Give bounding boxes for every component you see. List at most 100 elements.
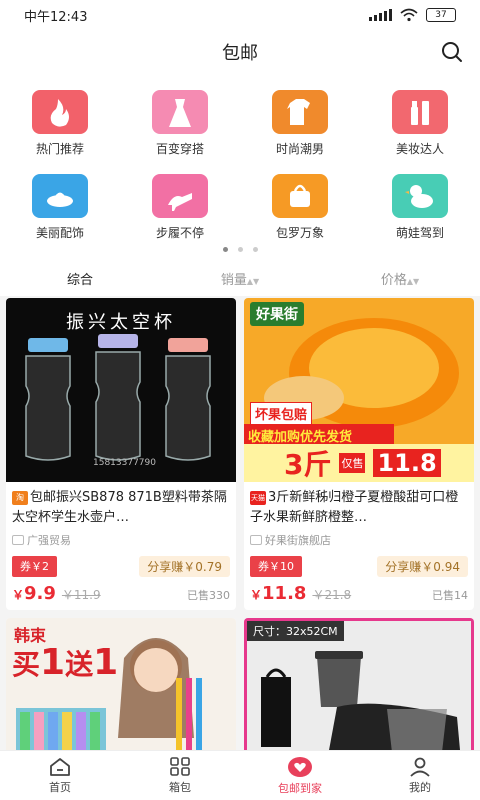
status-icons: 37: [369, 8, 456, 22]
category-label: 时尚潮男: [275, 142, 324, 156]
product-image: 尺寸：32x52CM: [244, 618, 474, 758]
category-label: 步履不停: [155, 226, 204, 240]
sold-count: 已售330: [187, 589, 230, 602]
tab-free-shipping-label: 包邮到家: [278, 781, 322, 795]
search-icon[interactable]: [440, 40, 464, 64]
sort-default[interactable]: 综合: [0, 269, 160, 288]
sort-sales-label: 销量: [220, 272, 247, 288]
product-title-text: 包邮振兴SB878 871B塑料带茶隔太空杯学生水壶户…: [12, 490, 227, 525]
bag-icon: [272, 174, 328, 218]
platform-tag: 天猫: [250, 491, 266, 505]
category-item[interactable]: 包罗万象: [240, 174, 360, 258]
sort-bar: 综合 销量▲▼ 价格▲▼: [0, 260, 480, 296]
sort-price-label: 价格: [380, 272, 407, 288]
product-image: 韩束 买1送1: [6, 618, 236, 758]
image-price: 11.8: [373, 449, 441, 477]
category-item[interactable]: 百变穿搭: [120, 90, 240, 174]
product-grid: 振兴太空杯 15813377790 淘包邮振兴SB878 871B塑料带茶隔太空…: [0, 298, 480, 758]
product-card[interactable]: 好果街 坏果包赔 收藏加购优先发货 3斤 仅售 11.8 天猫 3斤新鲜秭归橙子夏…: [244, 298, 474, 610]
product-card[interactable]: 韩束 买1送1: [6, 618, 236, 758]
product-title-text: 3斤新鲜秭归橙子夏橙酸甜可口橙子水果新鲜脐橙整…: [250, 490, 459, 525]
shop-icon: [12, 535, 24, 545]
tab-bags[interactable]: 箱包: [120, 751, 240, 800]
image-phone: 15813377790: [93, 458, 156, 468]
user-icon: [410, 757, 430, 777]
home-icon: [50, 757, 70, 776]
tab-mine[interactable]: 我的: [360, 751, 480, 800]
shop-name: 广强贸易: [27, 534, 71, 547]
hat-icon: [32, 174, 88, 218]
signal-icon: [369, 9, 392, 21]
shop-info: 广强贸易: [12, 532, 230, 548]
page-indicator: [0, 247, 480, 252]
image-weight: 3斤: [284, 448, 332, 481]
heart-icon: [288, 756, 312, 777]
image-badge: 坏果包赔: [250, 402, 313, 425]
model-illustration: [16, 638, 202, 758]
sort-default-label: 综合: [66, 272, 93, 288]
fire-icon: [32, 90, 88, 134]
shop-icon: [250, 535, 262, 545]
sort-arrows-icon: ▲▼: [406, 276, 420, 286]
category-item[interactable]: 步履不停: [120, 174, 240, 258]
category-item[interactable]: 时尚潮男: [240, 90, 360, 174]
category-label: 美丽配饰: [35, 226, 84, 240]
product-card[interactable]: 尺寸：32x52CM: [244, 618, 474, 758]
bottom-tab-bar: 首页 箱包 包邮到家 我的: [0, 750, 480, 800]
image-price-strip: 3斤 仅售 11.8: [244, 444, 474, 482]
price: ￥11.8: [250, 583, 307, 604]
category-label: 包罗万象: [275, 226, 324, 240]
coupon-badge[interactable]: 券￥2: [12, 556, 57, 577]
tab-free-shipping[interactable]: 包邮到家: [240, 751, 360, 800]
header: 包邮: [0, 30, 480, 74]
original-price: ￥21.8: [312, 588, 352, 602]
bottles-illustration: [25, 334, 211, 461]
original-price: ￥11.9: [61, 588, 101, 602]
sort-sales[interactable]: 销量▲▼: [160, 269, 320, 288]
price: ￥9.9: [12, 583, 56, 604]
share-earn-badge[interactable]: 分享赚￥0.94: [377, 556, 468, 577]
image-price-label: 仅售: [339, 453, 366, 473]
battery-level: 37: [435, 10, 447, 20]
price-value: 9.9: [24, 583, 56, 604]
cosmetics-icon: [392, 90, 448, 134]
category-label: 萌娃驾到: [395, 226, 444, 240]
shop-name: 好果街旗舰店: [265, 534, 331, 547]
page-title: 包邮: [222, 43, 258, 64]
status-time: 中午12:43: [24, 9, 88, 25]
page-dot: [222, 247, 228, 252]
tab-mine-label: 我的: [409, 780, 431, 794]
grid-icon: [170, 756, 190, 776]
category-item[interactable]: 萌娃驾到: [360, 174, 480, 258]
shop-info: 好果街旗舰店: [250, 532, 468, 548]
price-value: 11.8: [262, 583, 307, 604]
category-item[interactable]: 美丽配饰: [0, 174, 120, 258]
status-bar: 中午12:43 37: [0, 0, 480, 30]
tab-home-label: 首页: [49, 780, 71, 794]
page-dot: [252, 247, 258, 252]
category-item[interactable]: 美妆达人: [360, 90, 480, 174]
category-label: 热门推荐: [35, 142, 84, 156]
high-heel-icon: [152, 174, 208, 218]
category-grid: 热门推荐 百变穿搭 时尚潮男 美妆达人美丽配饰 步履不停 包罗万象 萌娃驾到: [0, 74, 480, 260]
tab-home[interactable]: 首页: [0, 751, 120, 800]
category-label: 美妆达人: [395, 142, 444, 156]
sold-count: 已售14: [432, 589, 468, 602]
sort-price[interactable]: 价格▲▼: [320, 269, 480, 288]
tab-bags-label: 箱包: [169, 780, 191, 794]
battery-icon: 37: [426, 8, 456, 22]
product-image: 振兴太空杯 15813377790: [6, 298, 236, 482]
category-item[interactable]: 热门推荐: [0, 90, 120, 174]
tshirt-icon: [272, 90, 328, 134]
category-label: 百变穿搭: [155, 142, 204, 156]
trash-bag-illustration: [261, 651, 461, 755]
share-earn-badge[interactable]: 分享赚￥0.79: [139, 556, 230, 577]
coupon-badge[interactable]: 券￥10: [250, 556, 302, 577]
product-card[interactable]: 振兴太空杯 15813377790 淘包邮振兴SB878 871B塑料带茶隔太空…: [6, 298, 236, 610]
wifi-icon: [400, 8, 418, 22]
sort-arrows-icon: ▲▼: [246, 276, 260, 286]
product-title: 淘包邮振兴SB878 871B塑料带茶隔太空杯学生水壶户…: [12, 488, 230, 528]
dress-icon: [152, 90, 208, 134]
duck-icon: [392, 174, 448, 218]
platform-tag: 淘: [12, 491, 28, 505]
